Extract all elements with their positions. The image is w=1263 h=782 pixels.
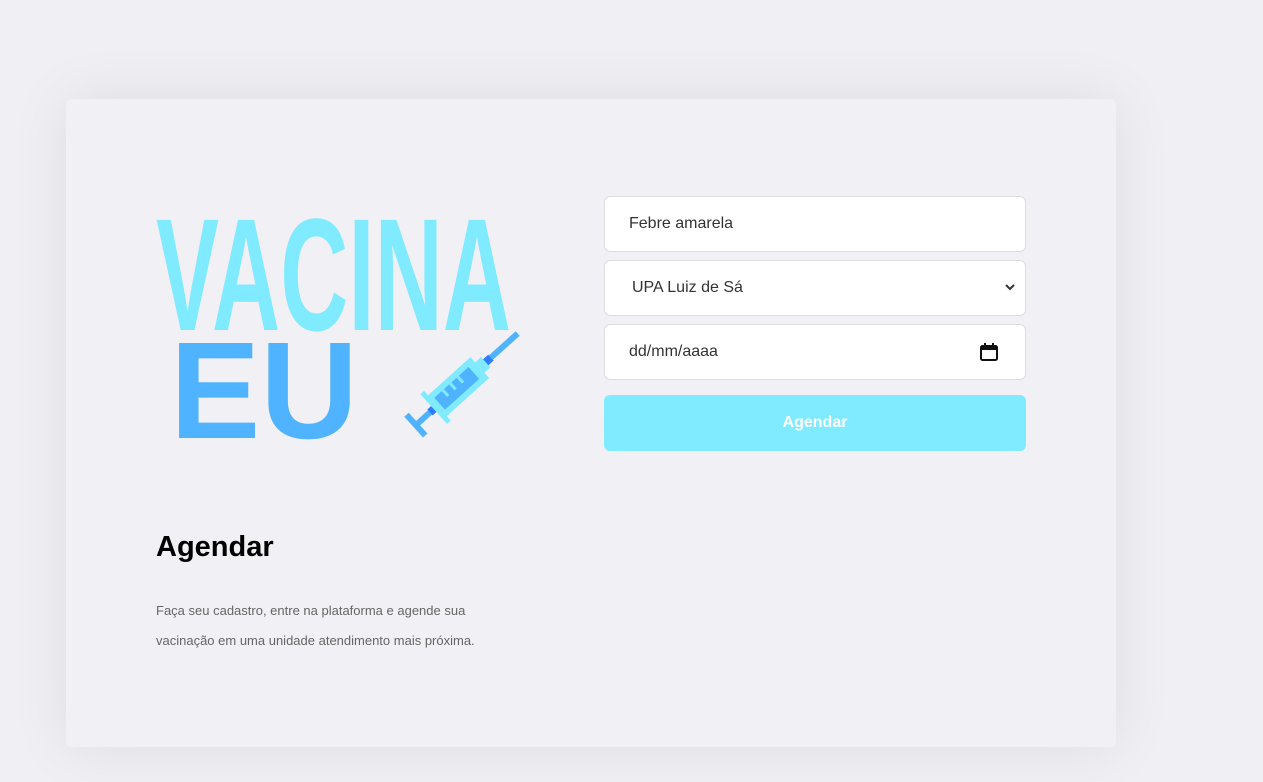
- vaccine-value: Febre amarela: [629, 215, 734, 232]
- chevron-down-icon: [1005, 284, 1015, 291]
- logo-line2: EU: [170, 314, 358, 449]
- date-placeholder: dd/mm/aaaa: [629, 343, 718, 360]
- calendar-icon[interactable]: [979, 342, 999, 362]
- vaccine-input[interactable]: Febre amarela: [604, 196, 1026, 252]
- page-description: Faça seu cadastro, entre na plataforma e…: [156, 603, 475, 648]
- unit-select[interactable]: UPA Luiz de Sá: [604, 260, 1026, 316]
- submit-schedule-button[interactable]: Agendar: [604, 395, 1026, 451]
- vacina-eu-logo: VACINA EU: [156, 204, 520, 449]
- schedule-card: VACINA EU Agendar Faça seu cadastro, ent…: [66, 99, 1116, 747]
- page-title: Agendar: [156, 531, 274, 563]
- date-input[interactable]: dd/mm/aaaa: [604, 324, 1026, 380]
- unit-selected-value: UPA Luiz de Sá: [632, 279, 743, 296]
